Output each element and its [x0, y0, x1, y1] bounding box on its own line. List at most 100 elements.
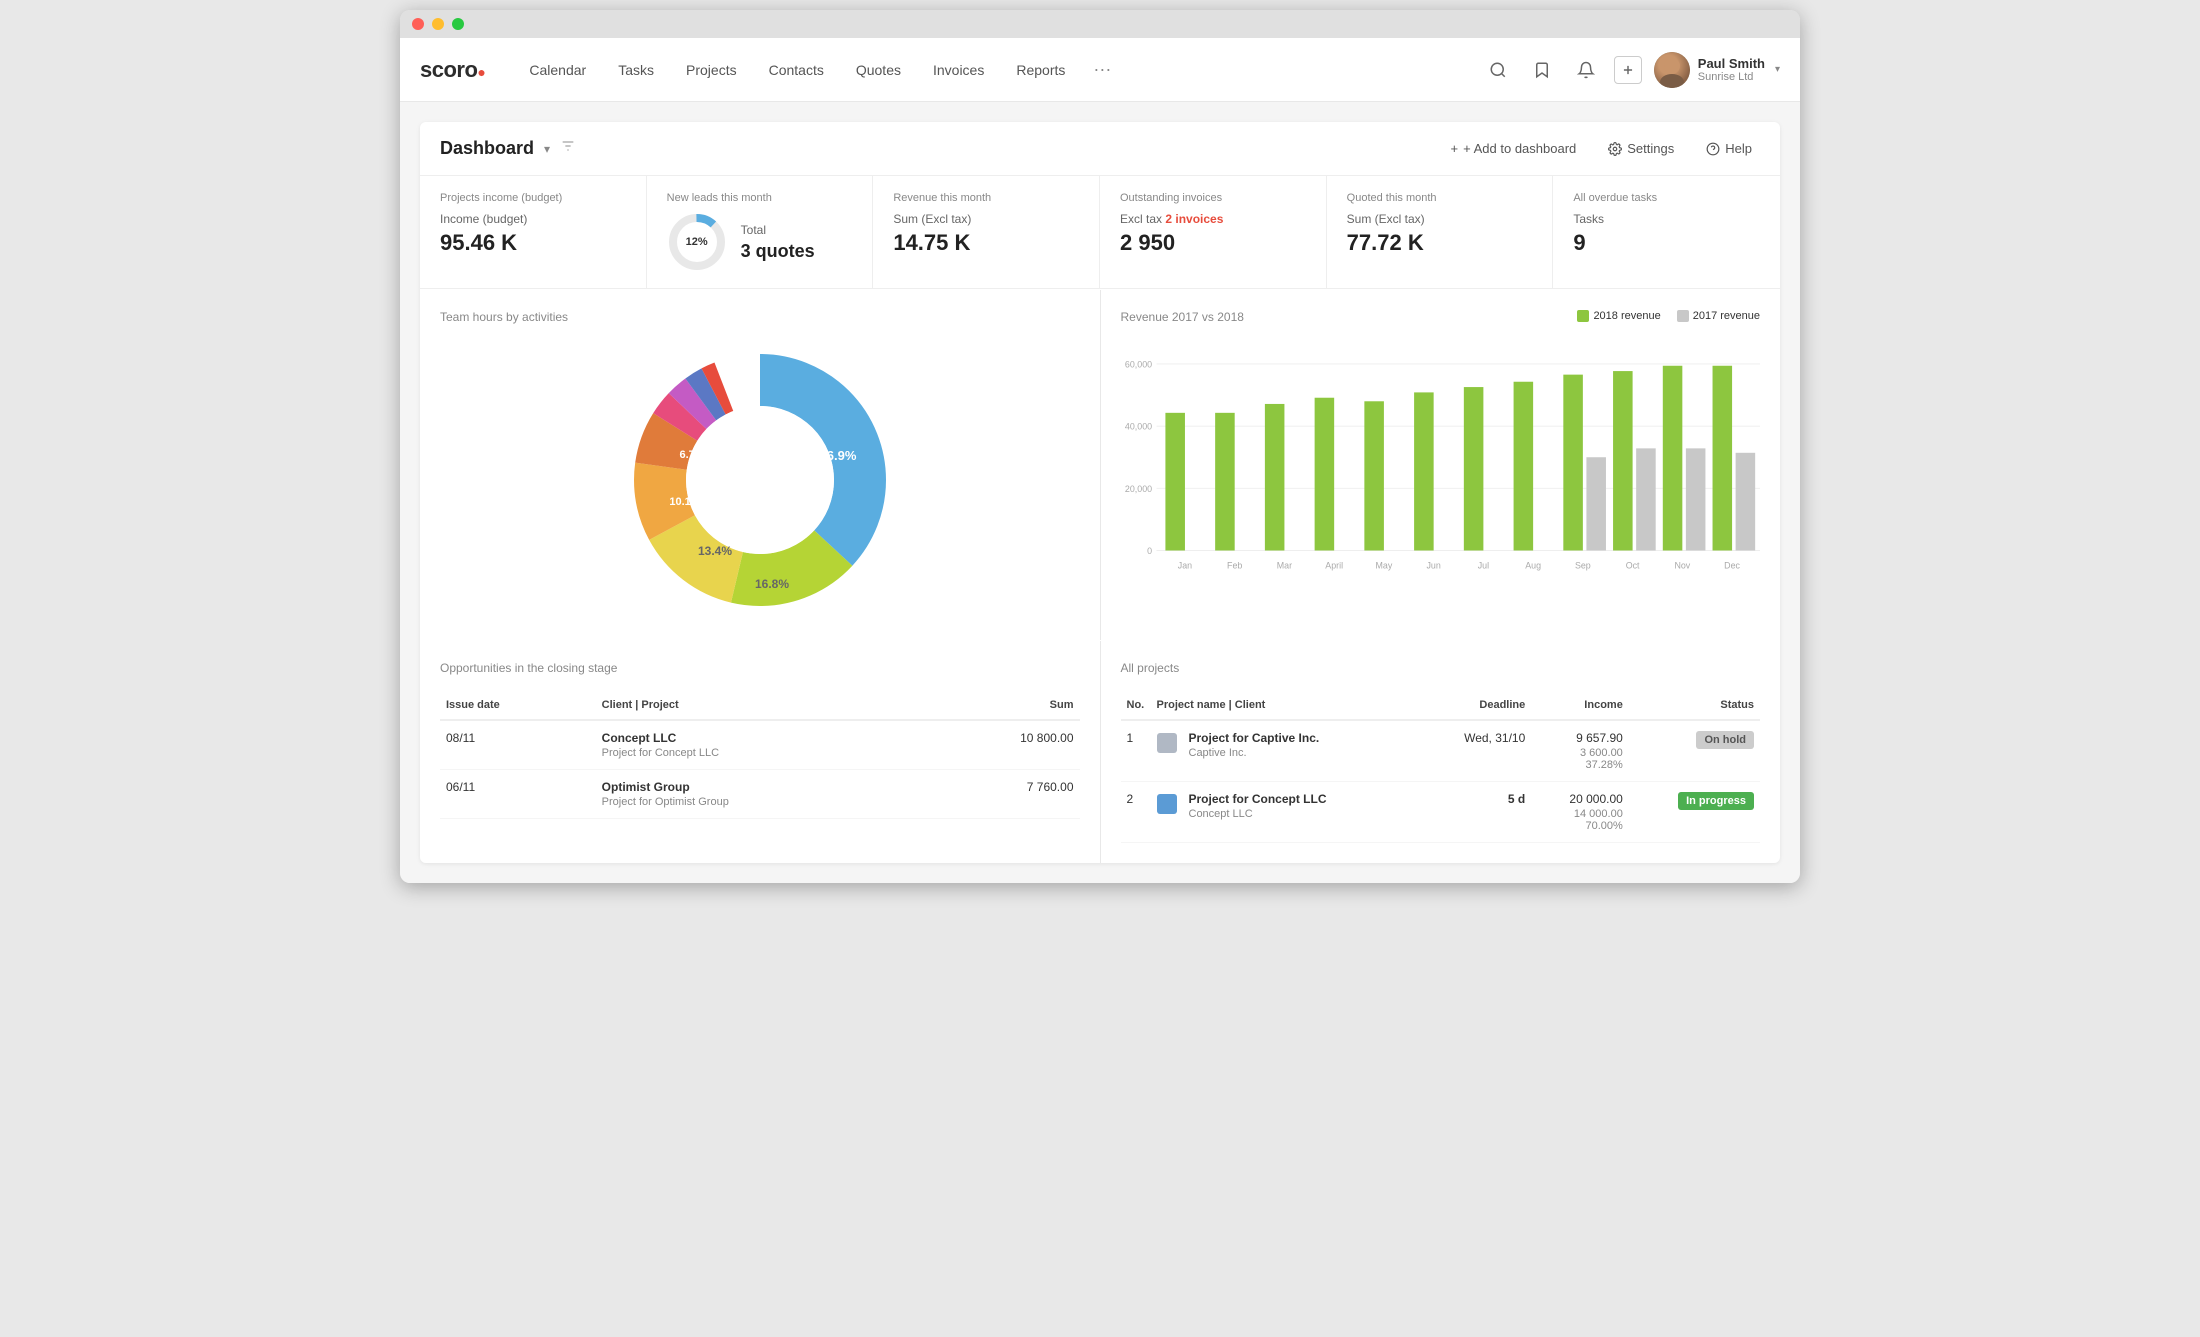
bar-2017-oct	[1636, 448, 1656, 550]
stat-label-3: Outstanding invoices	[1120, 192, 1306, 204]
close-button[interactable]	[412, 18, 424, 30]
proj-name-1: Project for Concept LLC Concept LLC	[1151, 782, 1423, 843]
col-issue-date: Issue date	[440, 691, 596, 720]
user-name: Paul Smith	[1698, 56, 1765, 71]
filter-icon[interactable]	[560, 138, 576, 159]
projects-table: No. Project name | Client Deadline Incom…	[1121, 691, 1761, 843]
proj-name-0: Project for Captive Inc. Captive Inc.	[1151, 720, 1423, 782]
stat-sublabel-5: Tasks	[1573, 212, 1760, 226]
svg-text:Sep: Sep	[1574, 560, 1590, 570]
donut-label-3: 10.1%	[669, 496, 700, 508]
svg-text:Jul: Jul	[1477, 560, 1488, 570]
settings-button[interactable]: Settings	[1600, 136, 1682, 161]
bar-2018-jun	[1414, 392, 1434, 550]
charts-row: Team hours by activities	[420, 290, 1780, 640]
help-button[interactable]: Help	[1698, 136, 1760, 161]
proj-status-1: In progress	[1629, 782, 1760, 843]
opportunities-table: Issue date Client | Project Sum 08/11 Co…	[440, 691, 1080, 819]
user-menu-chevron: ▾	[1775, 64, 1780, 75]
table-row: 08/11 Concept LLC Project for Concept LL…	[440, 720, 1080, 770]
bar-2018-mar	[1264, 404, 1284, 551]
nav-tasks[interactable]: Tasks	[604, 54, 668, 86]
search-icon[interactable]	[1482, 54, 1514, 86]
notifications-icon[interactable]	[1570, 54, 1602, 86]
legend-2018-label: 2018 revenue	[1593, 310, 1660, 322]
col-sum: Sum	[925, 691, 1080, 720]
stat-new-leads: New leads this month 12% Total 3 quotes	[647, 176, 874, 288]
opp-date-1: 06/11	[440, 770, 596, 819]
dashboard-header: Dashboard ▾ + + Add to dashboard Setting…	[420, 122, 1780, 176]
leads-value: 3 quotes	[741, 241, 815, 262]
add-to-dashboard-button[interactable]: + + Add to dashboard	[1443, 136, 1585, 161]
new-leads-content: 12% Total 3 quotes	[667, 212, 853, 272]
col-deadline: Deadline	[1422, 691, 1531, 720]
status-badge-onhold: On hold	[1696, 731, 1754, 749]
leads-donut: 12%	[667, 212, 727, 272]
stat-outstanding: Outstanding invoices Excl tax 2 invoices…	[1100, 176, 1327, 288]
donut-label-0: 36.9%	[819, 448, 856, 463]
svg-text:May: May	[1375, 560, 1392, 570]
stat-label-1: New leads this month	[667, 192, 853, 204]
projects-title: All projects	[1121, 661, 1761, 675]
dashboard-title: Dashboard	[440, 138, 534, 159]
proj-no-1: 2	[1121, 782, 1151, 843]
nav-more[interactable]: ···	[1083, 51, 1121, 88]
svg-text:Jun: Jun	[1426, 560, 1440, 570]
stat-label-2: Revenue this month	[893, 192, 1079, 204]
stat-value-5: 9	[1573, 230, 1760, 256]
stat-sublabel-4: Sum (Excl tax)	[1347, 212, 1533, 226]
leads-value-area: Total 3 quotes	[741, 223, 815, 262]
bar-2018-jul	[1463, 387, 1483, 550]
stat-label-0: Projects income (budget)	[440, 192, 626, 204]
col-income: Income	[1531, 691, 1629, 720]
add-icon[interactable]	[1614, 56, 1642, 84]
nav-projects[interactable]: Projects	[672, 54, 751, 86]
proj-deadline-1: 5 d	[1422, 782, 1531, 843]
svg-text:Aug: Aug	[1525, 560, 1541, 570]
minimize-button[interactable]	[432, 18, 444, 30]
logo[interactable]: scoro●	[420, 57, 485, 83]
proj-income-1: 20 000.00 14 000.00 70.00%	[1531, 782, 1629, 843]
proj-no-0: 1	[1121, 720, 1151, 782]
title-bar	[400, 10, 1800, 38]
opp-sum-0: 10 800.00	[925, 720, 1080, 770]
projects-card: All projects No. Project name | Client D…	[1101, 641, 1781, 863]
plus-icon: +	[1451, 141, 1459, 156]
bookmark-icon[interactable]	[1526, 54, 1558, 86]
settings-icon	[1608, 142, 1622, 156]
svg-text:Nov: Nov	[1674, 560, 1690, 570]
table-row: 1 Project for Captive Inc. Captive Inc.	[1121, 720, 1761, 782]
user-profile[interactable]: Paul Smith Sunrise Ltd ▾	[1654, 52, 1780, 88]
stat-label-5: All overdue tasks	[1573, 192, 1760, 204]
dashboard-actions: + + Add to dashboard Settings Help	[1443, 136, 1760, 161]
stat-sublabel-2: Sum (Excl tax)	[893, 212, 1079, 226]
opp-client-0: Concept LLC Project for Concept LLC	[596, 720, 925, 770]
stat-revenue: Revenue this month Sum (Excl tax) 14.75 …	[873, 176, 1100, 288]
svg-text:Mar: Mar	[1276, 560, 1291, 570]
table-row: 06/11 Optimist Group Project for Optimis…	[440, 770, 1080, 819]
proj-income-0: 9 657.90 3 600.00 37.28%	[1531, 720, 1629, 782]
opp-client-1: Optimist Group Project for Optimist Grou…	[596, 770, 925, 819]
nav-contacts[interactable]: Contacts	[755, 54, 838, 86]
maximize-button[interactable]	[452, 18, 464, 30]
nav-calendar[interactable]: Calendar	[515, 54, 600, 86]
dashboard-dropdown-arrow[interactable]: ▾	[544, 142, 550, 156]
nav-reports[interactable]: Reports	[1002, 54, 1079, 86]
bar-2018-oct	[1613, 371, 1633, 550]
stat-sublabel-0: Income (budget)	[440, 212, 626, 226]
legend-2017-label: 2017 revenue	[1693, 310, 1760, 322]
bar-2018-feb	[1215, 413, 1235, 551]
stat-projects-income: Projects income (budget) Income (budget)…	[420, 176, 647, 288]
stat-sublabel-3: Excl tax 2 invoices	[1120, 212, 1306, 226]
opp-date-0: 08/11	[440, 720, 596, 770]
dashboard-title-area: Dashboard ▾	[440, 138, 576, 159]
nav-invoices[interactable]: Invoices	[919, 54, 998, 86]
tables-row: Opportunities in the closing stage Issue…	[420, 641, 1780, 863]
avatar-image	[1654, 52, 1690, 88]
stat-overdue: All overdue tasks Tasks 9	[1553, 176, 1780, 288]
bar-2017-sep	[1586, 457, 1606, 550]
app-window: scoro● Calendar Tasks Projects Contacts …	[400, 10, 1800, 883]
avatar	[1654, 52, 1690, 88]
nav-quotes[interactable]: Quotes	[842, 54, 915, 86]
bar-chart-title: Revenue 2017 vs 2018	[1121, 310, 1244, 324]
